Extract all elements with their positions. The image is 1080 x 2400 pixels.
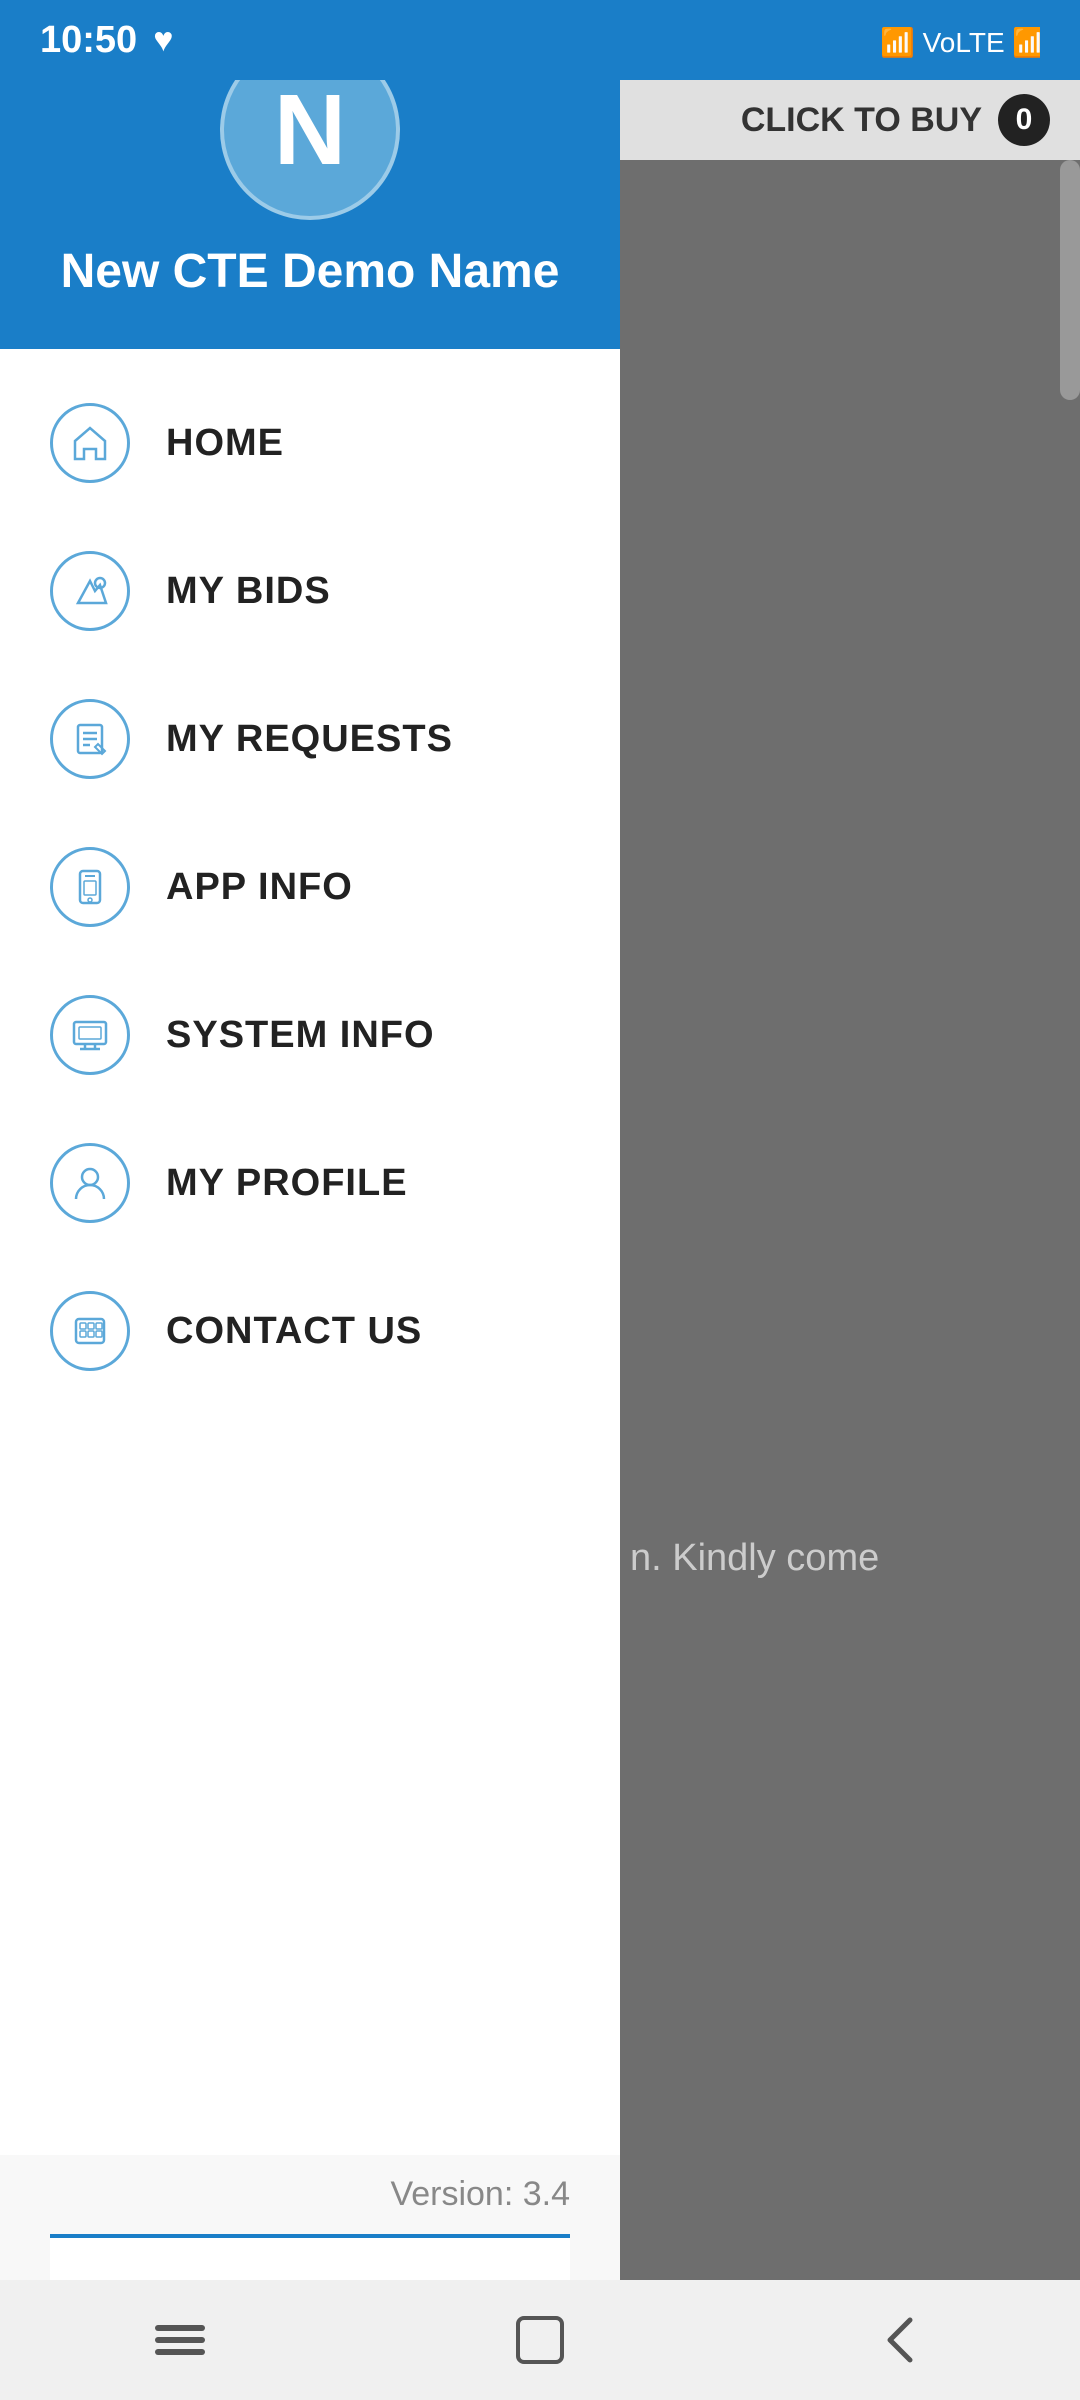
status-time: 10:50 <box>40 19 137 62</box>
version-text: Version: 3.4 <box>50 2175 570 2214</box>
app-info-label: APP INFO <box>166 866 353 909</box>
menu-item-my-profile[interactable]: MY PROFILE <box>0 1109 620 1257</box>
menu-item-system-info[interactable]: SYSTEM INFO <box>0 961 620 1109</box>
my-requests-label: MY REQUESTS <box>166 718 453 761</box>
bids-icon <box>50 551 130 631</box>
profile-icon <box>50 1143 130 1223</box>
home-label: HOME <box>166 422 284 465</box>
my-bids-label: MY BIDS <box>166 570 331 613</box>
scroll-indicator <box>1060 160 1080 400</box>
app-info-icon <box>50 847 130 927</box>
contact-us-icon <box>50 1291 130 1371</box>
svg-text:📶 VoLTE 📶: 📶 VoLTE 📶 <box>880 26 1040 59</box>
home-button[interactable] <box>480 2300 600 2380</box>
drawer-menu: HOME MY BIDS MY <box>0 349 620 2155</box>
click-to-buy-label: CLICK TO BUY <box>741 101 982 140</box>
menu-item-app-info[interactable]: APP INFO <box>0 813 620 961</box>
contact-us-label: CONTACT US <box>166 1310 422 1353</box>
navigation-drawer: N New CTE Demo Name HOME MY BIDS <box>0 0 620 2400</box>
heart-icon: ♥ <box>153 21 173 60</box>
main-content-background: 🔍 CLICK TO BUY 0 n. Kindly come <box>600 0 1080 2400</box>
bottom-navigation <box>0 2280 1080 2400</box>
avatar-letter: N <box>274 73 346 188</box>
my-profile-label: MY PROFILE <box>166 1162 408 1205</box>
menu-item-my-requests[interactable]: MY REQUESTS <box>0 665 620 813</box>
status-right: 📶 VoLTE 📶 <box>880 20 1040 60</box>
menu-item-home[interactable]: HOME <box>0 369 620 517</box>
system-info-icon <box>50 995 130 1075</box>
click-to-buy-bar[interactable]: CLICK TO BUY 0 <box>600 80 1080 160</box>
back-button[interactable] <box>840 2300 960 2380</box>
user-name: New CTE Demo Name <box>61 244 560 299</box>
requests-icon <box>50 699 130 779</box>
status-bar: 10:50 ♥ 📶 VoLTE 📶 <box>0 0 1080 80</box>
status-left: 10:50 ♥ <box>40 19 173 62</box>
partial-content-text: n. Kindly come <box>600 1517 1080 1600</box>
menu-button[interactable] <box>120 2300 240 2380</box>
menu-item-my-bids[interactable]: MY BIDS <box>0 517 620 665</box>
system-info-label: SYSTEM INFO <box>166 1014 435 1057</box>
menu-item-contact-us[interactable]: CONTACT US <box>0 1257 620 1405</box>
signal-icons: 📶 VoLTE 📶 <box>880 20 1040 60</box>
buy-count-badge: 0 <box>998 94 1050 146</box>
home-icon <box>50 403 130 483</box>
